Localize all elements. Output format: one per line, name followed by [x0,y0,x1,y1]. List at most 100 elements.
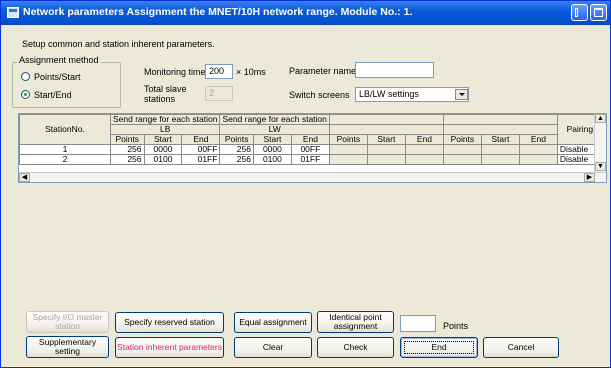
cancel-button[interactable]: Cancel [483,337,559,358]
lw-end-cell[interactable]: 00FF [290,144,330,155]
station-grid[interactable]: StationNo. Send range for each station S… [18,113,607,183]
intro-text: Setup common and station inherent parame… [22,39,215,49]
points-input[interactable] [400,315,436,332]
col-start: Start [143,134,183,145]
chevron-down-icon[interactable] [455,89,468,100]
col-end: End [290,134,330,145]
specify-io-master-label-2: station [54,321,81,331]
col-start: Start [252,134,292,145]
lw-header: LW [219,124,330,135]
lb-start-cell[interactable]: 0100 [143,154,183,165]
parameter-name-input[interactable] [355,62,434,78]
lb-header: LB [109,124,221,135]
vertical-scrollbar[interactable]: ▲ ▼ [594,114,606,172]
monitoring-time-input[interactable]: 200 [205,64,233,79]
switch-screens-label: Switch screens [289,90,350,100]
monitoring-time-label: Monitoring time [144,67,206,77]
equal-assignment-button[interactable]: Equal assignment [234,312,312,333]
assignment-method-title: Assignment method [17,55,101,65]
switch-screens-value: LB/LW settings [359,89,419,99]
col-start: Start [480,134,520,145]
col-points: Points [442,134,482,145]
empty-cell [404,154,444,165]
col-start: Start [366,134,406,145]
supplementary-label-2: setting [54,346,81,356]
empty-group-header-1 [328,114,444,125]
specify-io-master-button[interactable]: Specify I/O master station [26,311,109,333]
empty-cell [442,144,482,155]
lw-points-cell[interactable]: 256 [219,144,254,155]
lb-points-cell[interactable]: 256 [110,154,145,165]
pairing-value: Disable [559,154,589,164]
empty-subheader-1 [328,124,444,135]
empty-subheader-2 [442,124,558,135]
assignment-method-group [12,62,121,108]
station-table: StationNo. Send range for each station S… [19,114,603,165]
send-range-header-lb: Send range for each station [109,114,221,125]
scroll-left-icon[interactable]: ◀ [19,173,30,182]
focus-ring [404,341,474,354]
network-parameters-window: Network parameters Assignment the MNET/1… [0,0,611,368]
send-range-header-lw: Send range for each station [219,114,330,125]
col-end: End [518,134,558,145]
lw-end-cell[interactable]: 01FF [290,154,330,165]
scroll-up-icon[interactable]: ▲ [595,114,606,123]
station-no-header: StationNo. [19,114,111,145]
identical-point-label-2: assignment [333,321,378,331]
supplementary-setting-button[interactable]: Supplementary setting [26,336,109,358]
total-slave-stations-field: 2 [205,86,233,101]
maximize-button[interactable] [590,4,607,21]
parameter-name-label: Parameter name [289,66,357,76]
radio-points-start-label[interactable]: Points/Start [34,72,81,82]
lb-start-cell[interactable]: 0000 [143,144,183,155]
empty-cell [480,144,520,155]
empty-cell [404,144,444,155]
col-points: Points [219,134,254,145]
col-end: End [404,134,444,145]
empty-group-header-2 [442,114,558,125]
app-icon [7,7,19,18]
scroll-down-icon[interactable]: ▼ [595,162,606,171]
scroll-right-icon[interactable]: ▶ [584,173,595,182]
specify-reserved-station-button[interactable]: Specify reserved station [115,312,224,333]
total-slave-label-1: Total slave [144,84,187,94]
station-inherent-parameters-button[interactable]: Station inherent parameters [115,337,224,358]
lb-end-cell[interactable]: 01FF [181,154,221,165]
check-button[interactable]: Check [317,337,394,358]
empty-cell [518,154,558,165]
points-label: Points [443,321,469,331]
col-points: Points [328,134,368,145]
radio-points-start[interactable] [21,72,30,81]
col-points: Points [110,134,145,145]
lb-points-cell[interactable]: 256 [110,144,145,155]
lw-points-cell[interactable]: 256 [219,154,254,165]
table-row: 1 256 0000 00FF 256 0000 00FF Disable [19,144,603,155]
empty-cell [518,144,558,155]
empty-cell [328,144,368,155]
empty-cell [442,154,482,165]
minimize-button[interactable] [571,4,588,21]
empty-cell [366,154,406,165]
end-button[interactable]: End [400,337,478,358]
lb-end-cell[interactable]: 00FF [181,144,221,155]
radio-start-end[interactable] [21,90,30,99]
lw-start-cell[interactable]: 0000 [252,144,292,155]
horizontal-scrollbar[interactable]: ◀ ▶ [19,172,606,182]
pairing-value: Disable [559,144,589,154]
switch-screens-select[interactable]: LB/LW settings [355,87,469,102]
clear-button[interactable]: Clear [234,337,312,358]
monitoring-time-unit: × 10ms [236,67,266,77]
empty-cell [328,154,368,165]
identical-point-assignment-button[interactable]: Identical point assignment [317,311,394,333]
station-no-cell: 1 [19,144,111,155]
table-row: 2 256 0100 01FF 256 0100 01FF Disable [19,154,603,165]
empty-cell [480,154,520,165]
window-title: Network parameters Assignment the MNET/1… [23,6,413,18]
radio-start-end-label[interactable]: Start/End [34,90,72,100]
lw-start-cell[interactable]: 0100 [252,154,292,165]
col-end: End [181,134,221,145]
station-no-cell: 2 [19,154,111,165]
empty-cell [366,144,406,155]
total-slave-label-2: stations [144,94,176,104]
title-bar: Network parameters Assignment the MNET/1… [1,1,610,25]
